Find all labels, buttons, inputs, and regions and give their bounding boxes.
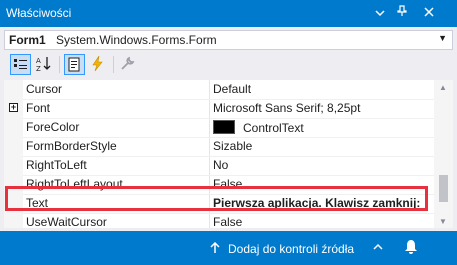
property-value[interactable]: Sizable <box>213 139 433 153</box>
pin-button[interactable] <box>393 4 411 22</box>
pin-icon <box>397 5 407 16</box>
property-name: UseWaitCursor <box>26 215 107 228</box>
chevron-up-icon[interactable] <box>373 242 383 252</box>
property-value[interactable]: No <box>213 158 433 172</box>
dropdown-caret-icon[interactable]: ▼ <box>438 33 447 43</box>
properties-panel: Właściwości Form1 System.Windows.Forms.F… <box>0 0 457 265</box>
property-name: Font <box>26 101 51 115</box>
svg-text:Z: Z <box>36 65 41 73</box>
events-icon <box>92 55 103 72</box>
property-row-cursor[interactable]: Cursor Default <box>4 80 434 99</box>
properties-icon <box>68 57 80 72</box>
property-name: RightToLeftLayout <box>26 177 123 191</box>
window-position-button[interactable] <box>371 4 389 22</box>
property-name: RightToLeft <box>26 158 87 172</box>
object-selector[interactable]: Form1 System.Windows.Forms.Form ▼ <box>4 30 453 50</box>
property-value[interactable]: False <box>213 215 433 228</box>
chevron-down-icon <box>375 10 385 17</box>
close-button[interactable] <box>420 4 438 22</box>
property-name: FormBorderStyle <box>26 139 117 153</box>
property-value: ControlText <box>243 121 304 135</box>
property-row-usewaitcursor[interactable]: UseWaitCursor False <box>4 213 434 228</box>
scroll-up-icon[interactable]: ▲ <box>439 83 447 92</box>
property-pages-button[interactable] <box>118 54 139 75</box>
alphabetical-icon: A Z <box>36 57 51 73</box>
categorized-icon <box>14 59 27 69</box>
property-value[interactable]: Default <box>213 82 433 96</box>
properties-toolbar: A Z <box>4 52 453 78</box>
color-swatch <box>213 120 235 134</box>
bell-icon <box>405 240 417 254</box>
property-name: ForeColor <box>26 120 80 134</box>
object-type: System.Windows.Forms.Form <box>56 33 217 47</box>
property-row-righttoleftlayout[interactable]: RightToLeftLayout False <box>4 175 434 194</box>
property-row-font[interactable]: + Font Microsoft Sans Serif; 8,25pt <box>4 99 434 118</box>
property-value-cell[interactable]: ControlText <box>213 120 433 135</box>
alphabetical-button[interactable]: A Z <box>34 54 55 75</box>
svg-text:A: A <box>36 57 41 65</box>
add-to-source-control-button[interactable]: Dodaj do kontroli źródła <box>228 242 354 256</box>
vertical-scrollbar[interactable]: ▲ ▼ <box>434 80 453 228</box>
scroll-down-icon[interactable]: ▼ <box>439 217 447 226</box>
property-row-forecolor[interactable]: ForeColor ControlText <box>4 118 434 137</box>
title-bar: Właściwości <box>0 0 457 27</box>
property-row-text[interactable]: Text Pierwsza aplikacja. Klawisz zamknij… <box>4 194 434 213</box>
events-button[interactable] <box>88 54 109 75</box>
property-row-formborderstyle[interactable]: FormBorderStyle Sizable <box>4 137 434 156</box>
property-value[interactable]: Microsoft Sans Serif; 8,25pt <box>213 101 433 115</box>
window-title: Właściwości <box>6 6 72 20</box>
property-value[interactable]: False <box>213 177 433 191</box>
property-name: Cursor <box>26 82 63 96</box>
property-row-righttoleft[interactable]: RightToLeft No <box>4 156 434 175</box>
toolbar-separator <box>59 56 60 73</box>
toolbar-separator <box>113 56 114 73</box>
object-name: Form1 <box>9 33 46 47</box>
categorized-button[interactable] <box>10 54 31 75</box>
property-value[interactable]: Pierwsza aplikacja. Klawisz zamknij: <box>213 196 433 210</box>
property-name: Text <box>26 196 49 210</box>
notifications-button[interactable] <box>404 239 418 258</box>
properties-button[interactable] <box>64 54 85 75</box>
property-grid: Cursor Default + Font Microsoft Sans Ser… <box>4 80 453 228</box>
status-bar: Dodaj do kontroli źródła <box>0 231 457 265</box>
expand-plus-icon[interactable]: + <box>9 103 18 112</box>
close-icon <box>424 7 434 17</box>
scrollbar-thumb[interactable] <box>439 175 448 202</box>
wrench-icon <box>121 56 135 70</box>
arrow-up-icon <box>210 242 220 253</box>
